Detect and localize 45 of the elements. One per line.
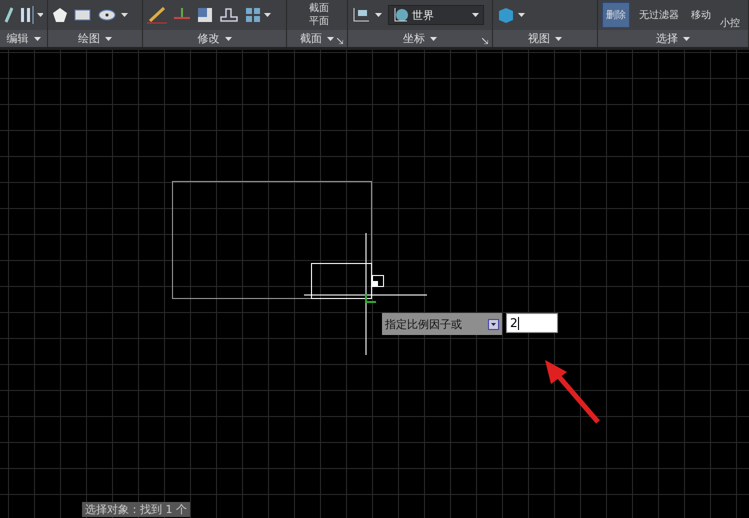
caret-icon[interactable] bbox=[105, 36, 112, 40]
ellipse-icon[interactable] bbox=[98, 8, 118, 22]
caret-icon[interactable] bbox=[224, 36, 232, 40]
input-field[interactable]: 2 bbox=[506, 313, 558, 333]
caret-icon[interactable] bbox=[264, 13, 271, 17]
arrow-annotation bbox=[543, 360, 603, 426]
caret-icon[interactable] bbox=[555, 36, 562, 40]
options-icon[interactable] bbox=[488, 318, 499, 330]
scale-icon[interactable] bbox=[197, 7, 213, 23]
caret-icon bbox=[472, 13, 479, 17]
ucs-dropdown[interactable]: 世界 bbox=[388, 5, 484, 25]
ucs-icon[interactable] bbox=[352, 7, 372, 23]
stretch-icon[interactable] bbox=[219, 7, 239, 23]
caret-icon[interactable] bbox=[518, 13, 525, 17]
gizmo-label: 小控 bbox=[720, 16, 740, 30]
selection-button[interactable]: 无过滤器 bbox=[636, 2, 682, 28]
brush-icon[interactable] bbox=[147, 6, 167, 24]
panel-title[interactable]: 视图 bbox=[528, 31, 550, 46]
rectangle-icon[interactable] bbox=[74, 8, 92, 22]
caret-icon[interactable] bbox=[683, 36, 690, 40]
caret-icon[interactable] bbox=[34, 36, 40, 40]
ucs-marker-icon bbox=[363, 294, 377, 304]
caret-icon[interactable] bbox=[121, 13, 128, 17]
align-icon[interactable] bbox=[19, 6, 34, 24]
panel-title[interactable]: 选择 bbox=[656, 31, 678, 46]
caret-icon[interactable] bbox=[327, 36, 334, 40]
array-icon[interactable] bbox=[245, 7, 261, 23]
globe-icon bbox=[393, 7, 409, 23]
pencil-icon[interactable] bbox=[4, 6, 14, 24]
launcher-icon[interactable] bbox=[482, 38, 488, 44]
selected-rectangle bbox=[311, 263, 372, 299]
caret-icon[interactable] bbox=[375, 13, 382, 17]
pickbox-icon bbox=[372, 275, 384, 287]
selection-button[interactable]: 删除 bbox=[602, 2, 630, 28]
panel-title[interactable]: 坐标 bbox=[403, 31, 425, 46]
section-plane-button[interactable]: 截面 平面 bbox=[291, 2, 329, 28]
caret-icon[interactable] bbox=[36, 13, 43, 17]
panel-title[interactable]: 修改 bbox=[198, 31, 220, 46]
caret-icon[interactable] bbox=[430, 36, 437, 40]
prompt-text: 指定比例因子或 bbox=[385, 316, 462, 332]
cube-icon[interactable] bbox=[497, 7, 515, 23]
launcher-icon[interactable] bbox=[337, 38, 343, 44]
selection-button[interactable]: 移动 bbox=[688, 2, 714, 28]
drawing-canvas[interactable]: 指定比例因子或 2 选择对象：找到 1 个 bbox=[0, 50, 749, 518]
pentagon-icon[interactable] bbox=[52, 7, 68, 23]
